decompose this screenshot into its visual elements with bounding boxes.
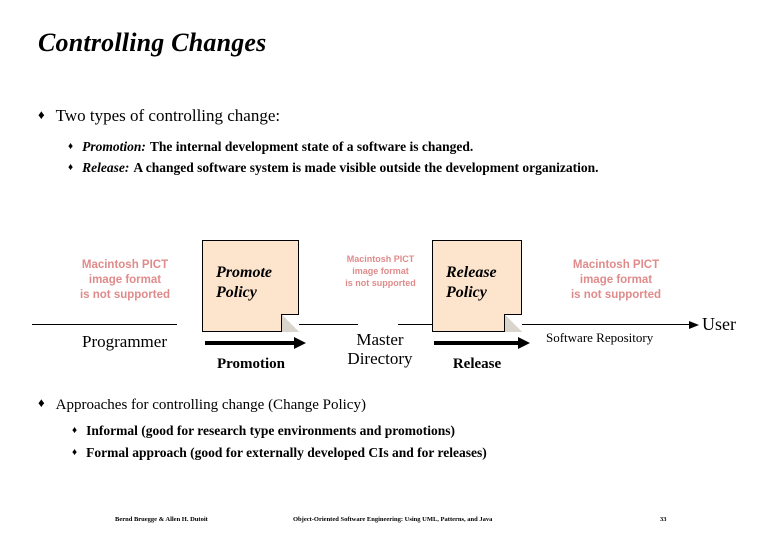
footer-page-number: 33 xyxy=(660,516,667,523)
bullet-two-types: ♦ Two types of controlling change: xyxy=(38,106,280,126)
release-policy-text: Release Policy xyxy=(446,263,497,303)
release-policy-line-2: Policy xyxy=(446,284,487,301)
release-term: Release: xyxy=(82,160,130,175)
placeholder-line-1: Macintosh PICT xyxy=(81,259,169,271)
release-policy-box[interactable]: Release Policy xyxy=(432,240,522,332)
bullet-approaches: ♦ Approaches for controlling change (Cha… xyxy=(38,395,366,414)
bullet-diamond-icon: ♦ xyxy=(72,447,78,458)
baseline-segment-left xyxy=(32,324,177,325)
promotion-arrow-icon xyxy=(205,337,306,349)
promotion-flow-label: Promotion xyxy=(216,356,286,372)
change-control-diagram: Macintosh PICT image format is not suppo… xyxy=(0,228,780,388)
promote-policy-line-1: Promote xyxy=(216,264,272,281)
sub-bullet-formal: ♦ Formal approach (good for externally d… xyxy=(72,445,487,461)
promote-policy-line-2: Policy xyxy=(216,284,257,301)
master-directory-line-2: Directory xyxy=(347,349,413,369)
informal-approach-label: Informal (good for research type environ… xyxy=(86,423,455,438)
bullet-diamond-icon: ♦ xyxy=(68,141,74,152)
promotion-definition: The internal development state of a soft… xyxy=(149,139,474,154)
promote-policy-text: Promote Policy xyxy=(216,263,272,303)
programmer-image-placeholder: Macintosh PICT image format is not suppo… xyxy=(60,258,190,304)
placeholder-line-3: is not supported xyxy=(345,277,416,288)
bullet-diamond-icon: ♦ xyxy=(72,425,78,436)
promote-policy-box[interactable]: Promote Policy xyxy=(202,240,299,332)
placeholder-line-2: image format xyxy=(88,274,162,287)
programmer-label: Programmer xyxy=(82,332,167,351)
user-label: User xyxy=(702,314,736,334)
bullet-two-types-label: Two types of controlling change: xyxy=(55,106,281,125)
release-flow-label: Release xyxy=(452,356,502,372)
bullet-diamond-icon: ♦ xyxy=(68,162,74,173)
bullet-approaches-label: Approaches for controlling change (Chang… xyxy=(55,397,366,413)
page-title: Controlling Changes xyxy=(38,28,267,57)
footer-authors: Bernd Bruegge & Allen H. Dutoit xyxy=(115,516,208,523)
placeholder-line-2: image format xyxy=(579,274,653,287)
sub-bullet-release: ♦ Release: A changed software system is … xyxy=(68,160,598,176)
formal-approach-label: Formal approach (good for externally dev… xyxy=(86,445,487,460)
placeholder-line-3: is not supported xyxy=(79,289,171,302)
placeholder-line-2: image format xyxy=(352,265,409,276)
placeholder-line-1: Macintosh PICT xyxy=(346,254,415,264)
release-arrow-icon xyxy=(434,337,530,349)
footer-book-title: Object-Oriented Software Engineering: Us… xyxy=(293,516,493,523)
software-repository-image-placeholder: Macintosh PICT image format is not suppo… xyxy=(552,258,680,304)
baseline-segment-mid-left xyxy=(298,324,358,325)
sub-bullet-promotion: ♦ Promotion: The internal development st… xyxy=(68,139,473,155)
page-fold-icon xyxy=(504,314,522,332)
placeholder-line-3: is not supported xyxy=(570,289,662,302)
bullet-diamond-icon: ♦ xyxy=(38,107,45,122)
repository-to-user-arrow-icon xyxy=(522,320,699,329)
placeholder-line-1: Macintosh PICT xyxy=(572,259,660,271)
bullet-diamond-icon: ♦ xyxy=(38,395,45,410)
master-directory-label: Master Directory xyxy=(320,330,440,368)
sub-bullet-informal: ♦ Informal (good for research type envir… xyxy=(72,423,455,439)
release-definition: A changed software system is made visibl… xyxy=(133,160,599,175)
master-directory-line-1: Master xyxy=(356,330,404,349)
release-policy-line-1: Release xyxy=(446,264,497,281)
software-repository-label: Software Repository xyxy=(546,330,654,345)
master-directory-image-placeholder: Macintosh PICT image format is not suppo… xyxy=(328,254,433,290)
promotion-term: Promotion: xyxy=(82,139,146,154)
page-fold-icon xyxy=(281,314,299,332)
